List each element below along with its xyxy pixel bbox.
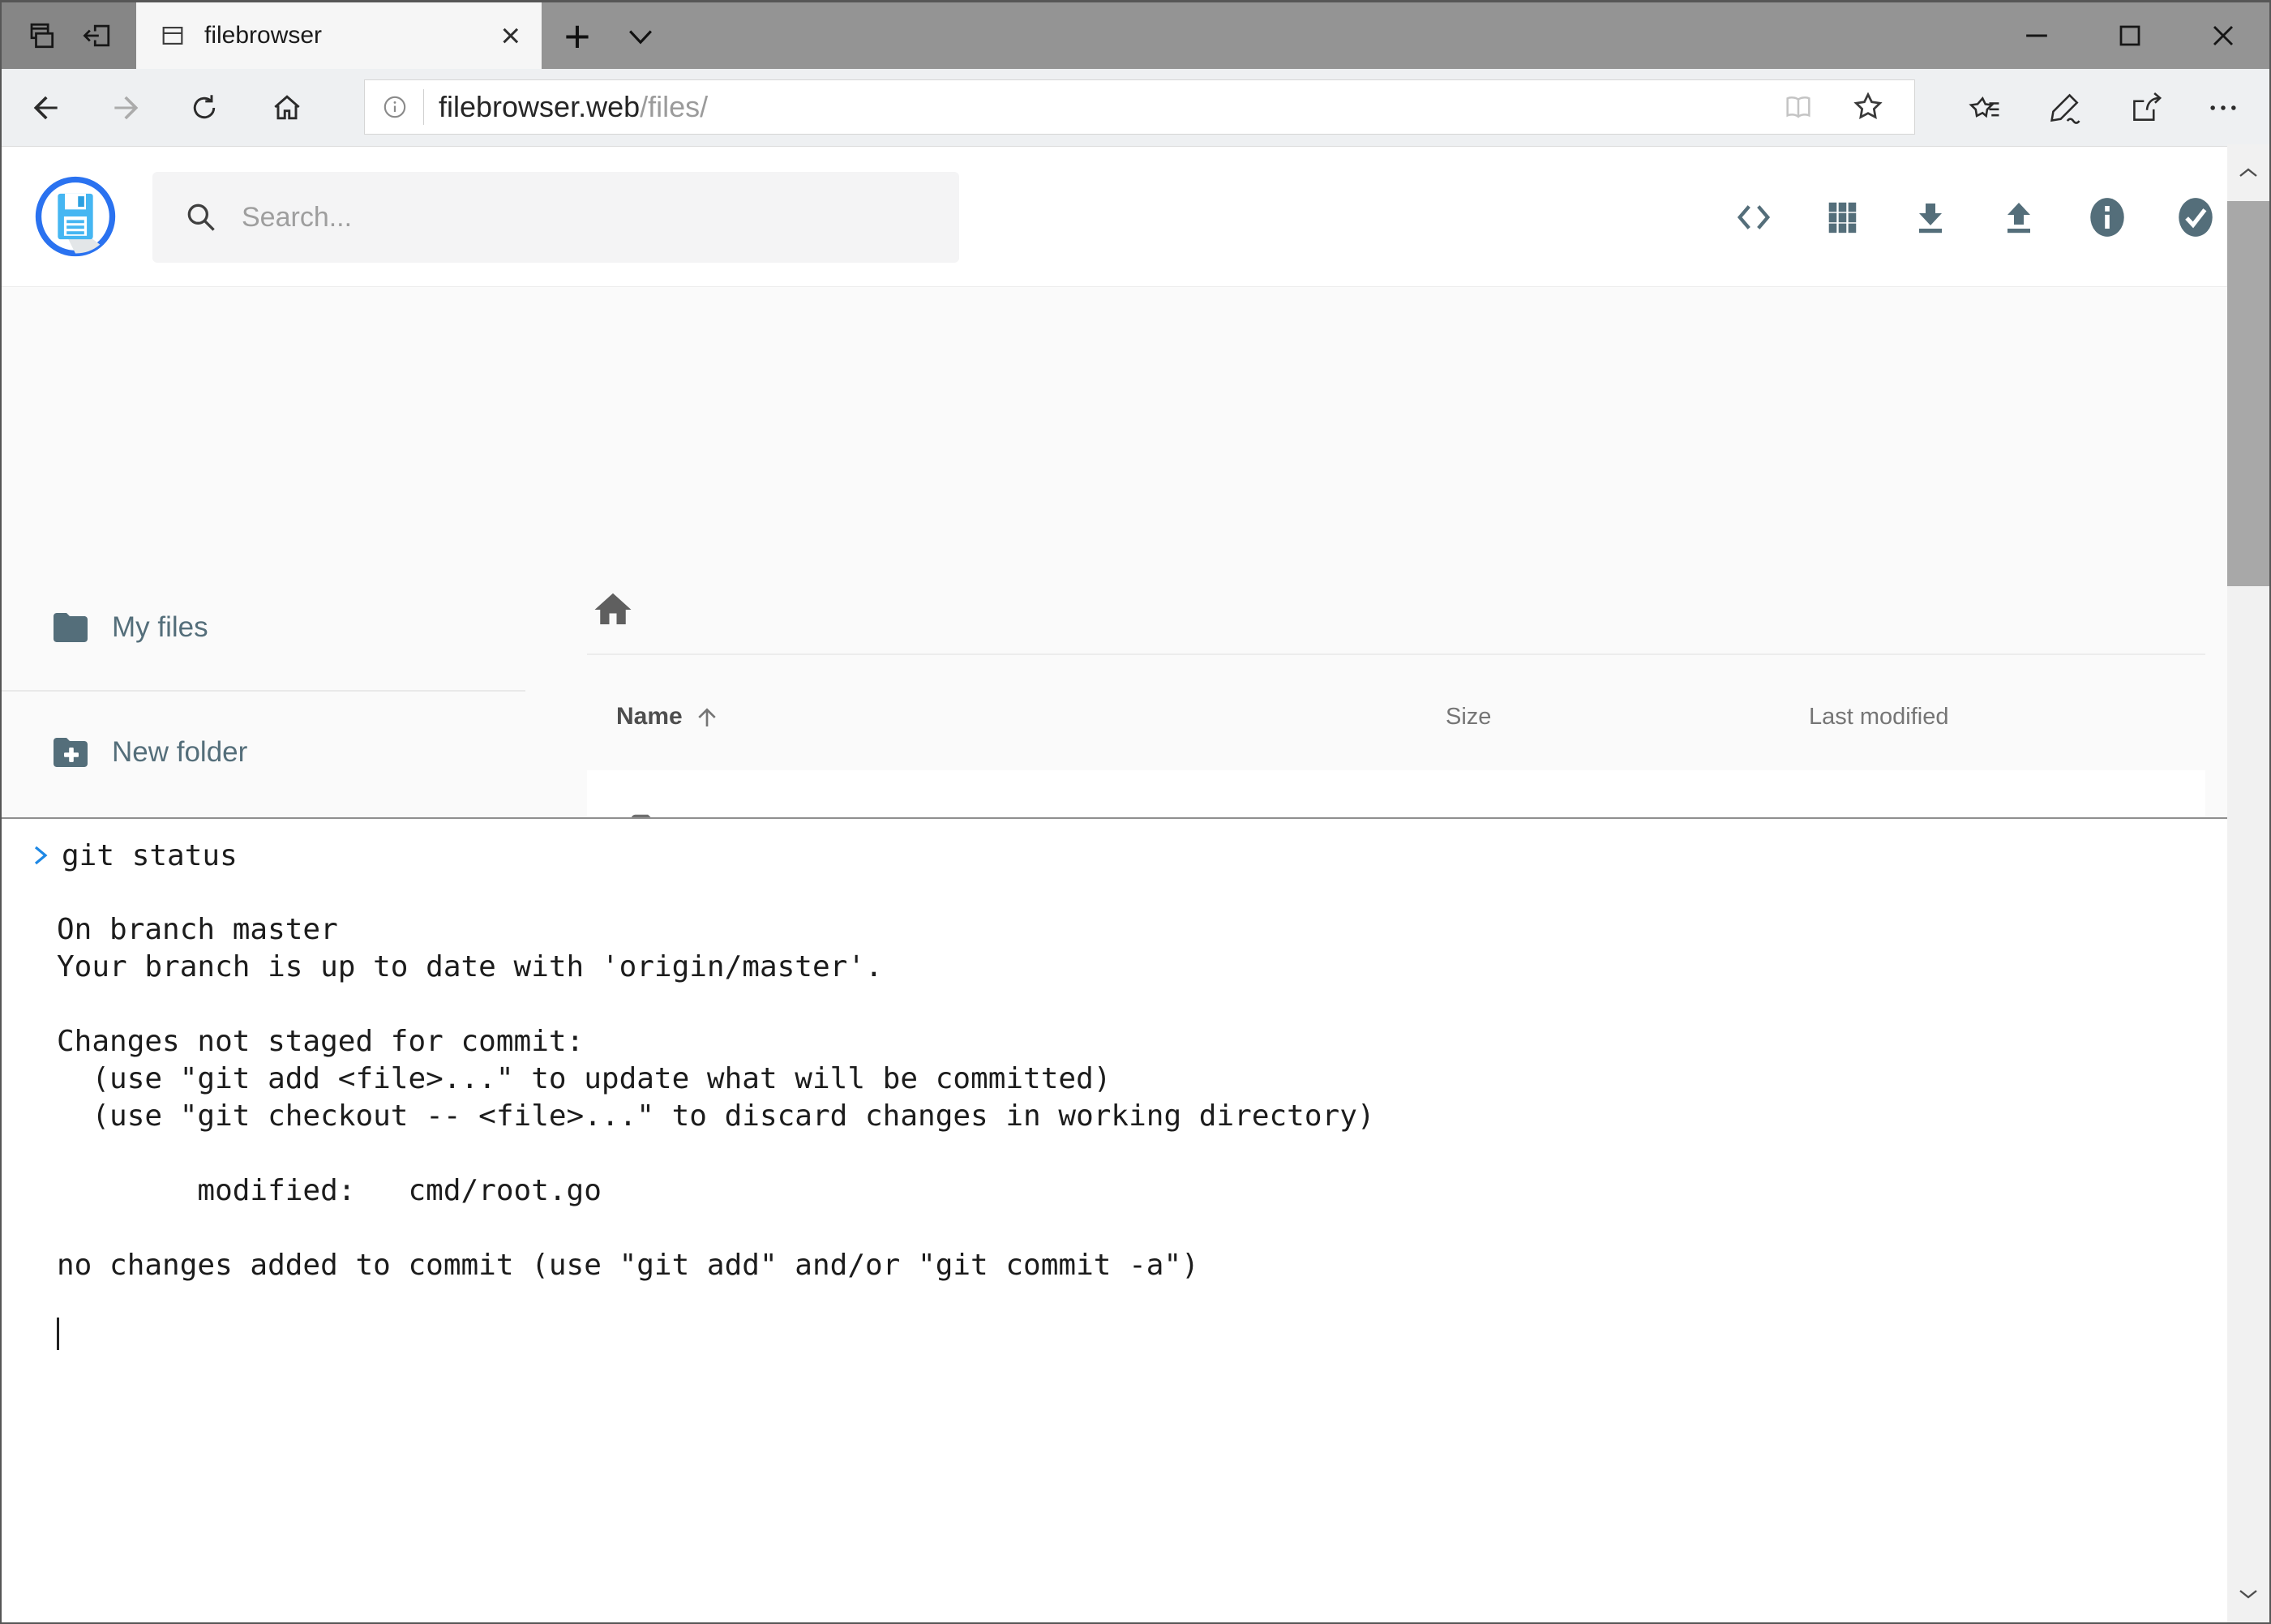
window-maximize-button[interactable] <box>2083 2 2176 69</box>
grid-view-button[interactable] <box>1821 199 1863 236</box>
window-controls <box>1990 2 2269 69</box>
chevron-up-icon <box>2238 166 2259 179</box>
upload-button[interactable] <box>1998 198 2040 237</box>
show-set-aside-tabs-button[interactable] <box>23 18 58 54</box>
listing-header-row: Name Size Last modified <box>587 692 2205 741</box>
search-bar[interactable] <box>152 172 959 263</box>
breadcrumb-home-icon <box>591 588 635 632</box>
breadcrumb-divider <box>587 653 2205 655</box>
terminal-text-cursor <box>57 1318 59 1350</box>
web-note-button[interactable] <box>2048 90 2084 126</box>
page-scrollbar[interactable] <box>2227 144 2269 1622</box>
ellipsis-icon <box>2205 90 2241 126</box>
refresh-button[interactable] <box>186 90 222 126</box>
window-minimize-button[interactable] <box>1990 2 2083 69</box>
filebrowser-logo[interactable] <box>33 174 118 259</box>
home-button[interactable] <box>269 90 305 126</box>
sidebar-item-my-files[interactable]: My files <box>2 591 525 664</box>
forward-arrow-icon <box>109 90 144 126</box>
grid-view-icon <box>1823 199 1861 236</box>
info-icon <box>2087 195 2127 240</box>
browser-titlebar: filebrowser × + <box>2 2 2269 69</box>
address-bar[interactable]: filebrowser.web/files/ <box>364 79 1915 135</box>
set-tabs-aside-button[interactable] <box>79 18 115 54</box>
sidebar-item-new-folder[interactable]: New folder <box>2 716 525 789</box>
browser-toolbar: filebrowser.web/files/ <box>2 69 2269 147</box>
prompt-chevron-icon <box>32 844 49 867</box>
hub-favorites-button[interactable] <box>1967 90 2003 126</box>
window-close-button[interactable] <box>2176 2 2269 69</box>
browser-window: filebrowser × + <box>0 0 2271 1624</box>
scrollbar-thumb[interactable] <box>2227 201 2269 586</box>
terminal-panel[interactable]: git status On branch master Your branch … <box>2 817 2230 1624</box>
back-arrow-icon <box>28 90 63 126</box>
terminal-prompt-line: git status <box>32 837 238 874</box>
sidebar-item-label: My files <box>112 611 208 644</box>
terminal-command: git status <box>62 839 238 872</box>
page-favicon-icon <box>159 22 186 49</box>
sidebar-item-label: New folder <box>112 736 247 769</box>
back-button[interactable] <box>28 90 63 126</box>
url-divider <box>423 89 424 125</box>
tab-title: filebrowser <box>204 22 322 49</box>
new-tab-button[interactable]: + <box>555 15 600 56</box>
tab-actions-group <box>2 2 136 69</box>
share-icon <box>2129 90 2165 126</box>
minimize-icon <box>2019 18 2055 54</box>
breadcrumb-home-button[interactable] <box>591 588 635 632</box>
new-folder-icon <box>52 736 91 769</box>
raw-editor-button[interactable] <box>1733 199 1775 236</box>
scrollbar-down-button[interactable] <box>2227 1566 2269 1622</box>
tab-list-dropdown-button[interactable] <box>618 15 663 56</box>
header-actions <box>1733 147 2217 287</box>
folder-icon <box>52 611 91 644</box>
add-favorite-star-icon[interactable] <box>1850 89 1886 125</box>
favorites-list-icon <box>1967 90 2003 126</box>
column-label-name: Name <box>616 703 683 731</box>
chevron-down-icon <box>2238 1588 2259 1600</box>
select-multiple-button[interactable] <box>2175 195 2217 240</box>
sort-by-modified-header[interactable]: Last modified <box>1809 692 1949 741</box>
share-button[interactable] <box>2129 90 2165 126</box>
pen-icon <box>2048 90 2084 126</box>
forward-button[interactable] <box>109 90 144 126</box>
download-icon <box>1911 198 1950 237</box>
url-path: /files/ <box>640 90 708 123</box>
refresh-icon <box>186 90 222 126</box>
close-icon <box>2205 18 2241 54</box>
more-options-button[interactable] <box>2205 90 2241 126</box>
maximize-icon <box>2112 18 2148 54</box>
code-brackets-icon <box>1733 199 1774 236</box>
scrollbar-up-button[interactable] <box>2227 144 2269 201</box>
floppy-disk-logo-icon <box>33 174 118 259</box>
url-text: filebrowser.web/files/ <box>439 90 708 124</box>
tab-close-button[interactable]: × <box>500 19 521 53</box>
reading-view-icon[interactable] <box>1782 91 1815 123</box>
browser-tab[interactable]: filebrowser × <box>136 2 542 69</box>
download-button[interactable] <box>1909 198 1952 237</box>
url-host: filebrowser.web <box>439 90 640 123</box>
sort-by-size-header[interactable]: Size <box>1446 692 1491 741</box>
upload-icon <box>1999 198 2038 237</box>
filebrowser-header <box>2 147 2269 287</box>
check-circle-icon <box>2175 195 2216 240</box>
sidebar-divider <box>2 690 525 692</box>
search-input[interactable] <box>242 202 943 234</box>
sort-ascending-arrow-icon <box>694 704 720 730</box>
chevron-down-icon <box>623 18 658 54</box>
file-info-button[interactable] <box>2086 195 2128 240</box>
tab-preview-icon <box>23 18 58 54</box>
terminal-output: On branch master Your branch is up to da… <box>57 874 1375 1284</box>
search-icon <box>183 199 219 235</box>
home-icon <box>269 90 305 126</box>
sort-by-name-header[interactable]: Name <box>616 692 720 741</box>
set-tabs-aside-icon <box>79 18 115 54</box>
site-info-icon[interactable] <box>381 93 409 121</box>
